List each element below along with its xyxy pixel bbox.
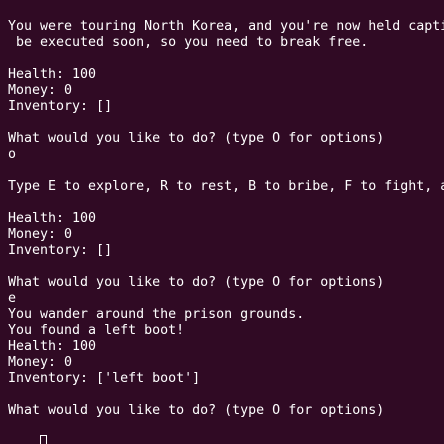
prompt-line: What would you like to do? (type O for o… [8,275,385,290]
user-input-line: e [8,291,17,306]
status-inventory: Inventory: ['left boot'] [8,371,201,386]
status-inventory: Inventory: [] [8,243,113,258]
output-line: be executed soon, so you need to break f… [8,35,369,50]
output-line: You wander around the prison grounds. [8,307,305,322]
status-health: Health: 100 [8,67,97,82]
text-cursor[interactable] [40,435,48,444]
user-input-line: o [8,147,17,162]
prompt-line: What would you like to do? (type O for o… [8,403,385,418]
status-health: Health: 100 [8,339,97,354]
output-line: You were touring North Korea, and you're… [8,19,444,34]
input-line[interactable] [8,419,444,444]
prompt-line: What would you like to do? (type O for o… [8,131,385,146]
output-line: You found a left boot! [8,323,185,338]
status-money: Money: 0 [8,355,73,370]
terminal-window[interactable]: You were touring North Korea, and you're… [0,0,444,444]
options-line: Type E to explore, R to rest, B to bribe… [8,179,444,194]
status-money: Money: 0 [8,83,73,98]
status-money: Money: 0 [8,227,73,242]
status-inventory: Inventory: [] [8,99,113,114]
status-health: Health: 100 [8,211,97,226]
